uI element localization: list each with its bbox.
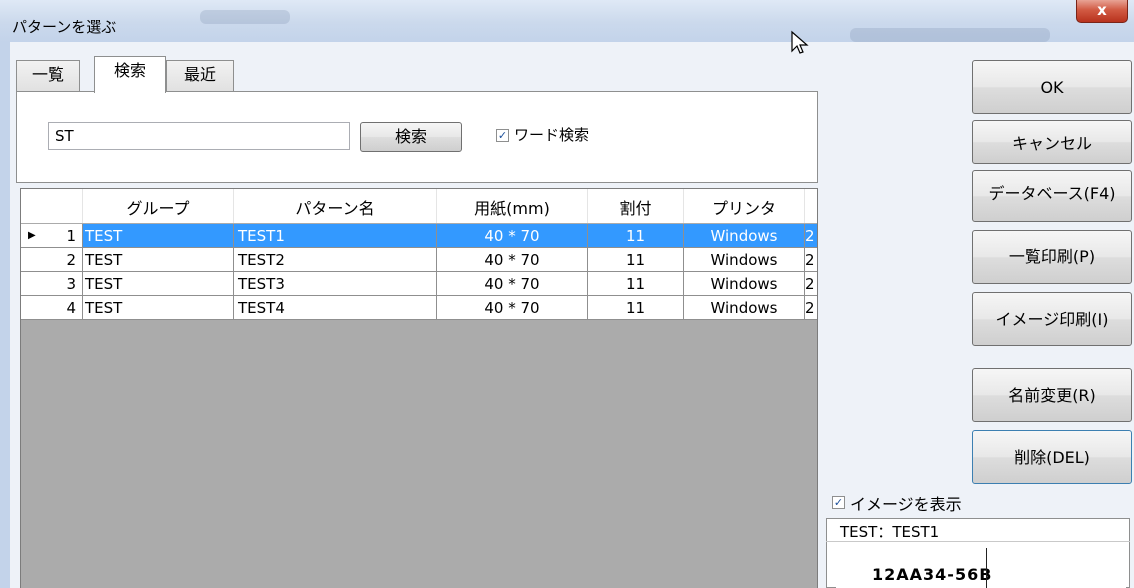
close-button[interactable]: x (1076, 0, 1128, 23)
cell-printer[interactable]: Windows (684, 248, 805, 272)
show-image-label: イメージを表示 (850, 495, 962, 514)
preview-title: TEST：TEST1 (840, 523, 940, 541)
cell-group[interactable]: TEST (83, 296, 234, 320)
column-header-group[interactable]: グループ (83, 189, 234, 223)
column-header-paper[interactable]: 用紙(mm) (437, 189, 588, 223)
cell-extra[interactable]: 2 (805, 224, 817, 248)
column-header-extra[interactable] (805, 189, 817, 223)
cell-group[interactable]: TEST (83, 224, 234, 248)
current-row-icon: ▶ (28, 230, 36, 241)
preview-divider (826, 541, 1130, 542)
rename-button[interactable]: 名前変更(R) (972, 368, 1132, 422)
show-image-checkbox[interactable]: ✓ (832, 496, 845, 509)
cell-paper[interactable]: 40 * 70 (437, 248, 588, 272)
grid-corner (21, 189, 83, 223)
word-search-checkbox[interactable]: ✓ (496, 129, 509, 142)
table-row[interactable]: ▶ 1 TEST TEST1 40 * 70 11 Windows 2 (21, 224, 817, 248)
word-search-label: ワード検索 (514, 126, 590, 144)
grid-header: グループ パターン名 用紙(mm) 割付 プリンタ (21, 189, 817, 223)
cell-pattern-name[interactable]: TEST4 (234, 296, 437, 320)
table-row[interactable]: 3 TEST TEST3 40 * 70 11 Windows 2 (21, 272, 817, 296)
tab-list[interactable]: 一覧 (16, 60, 80, 91)
row-header[interactable]: ▶ 1 (21, 224, 83, 248)
cell-paper[interactable]: 40 * 70 (437, 272, 588, 296)
preview-code: 12AA34-56B (872, 565, 993, 584)
row-header[interactable]: 4 (21, 296, 83, 320)
cell-layout[interactable]: 11 (588, 248, 684, 272)
window-title: パターンを選ぶ (12, 18, 117, 36)
cell-pattern-name[interactable]: TEST1 (234, 224, 437, 248)
cell-layout[interactable]: 11 (588, 272, 684, 296)
cell-printer[interactable]: Windows (684, 272, 805, 296)
title-bar: パターンを選ぶ x (0, 0, 1134, 54)
cell-group[interactable]: TEST (83, 272, 234, 296)
cell-printer[interactable]: Windows (684, 296, 805, 320)
tab-recent[interactable]: 最近 (166, 60, 234, 91)
cell-layout[interactable]: 11 (588, 224, 684, 248)
column-header-printer[interactable]: プリンタ (684, 189, 805, 223)
preview-guide-line (986, 548, 987, 588)
cancel-button[interactable]: キャンセル (972, 120, 1132, 164)
cell-layout[interactable]: 11 (588, 296, 684, 320)
image-print-button[interactable]: イメージ印刷(I) (972, 292, 1132, 346)
table-row[interactable]: 2 TEST TEST2 40 * 70 11 Windows 2 (21, 248, 817, 272)
list-print-button[interactable]: 一覧印刷(P) (972, 230, 1132, 284)
column-header-layout[interactable]: 割付 (588, 189, 684, 223)
mouse-cursor-icon (791, 30, 809, 54)
table-row[interactable]: 4 TEST TEST4 40 * 70 11 Windows 2 (21, 296, 817, 320)
cell-group[interactable]: TEST (83, 248, 234, 272)
cell-pattern-name[interactable]: TEST3 (234, 272, 437, 296)
pattern-grid: グループ パターン名 用紙(mm) 割付 プリンタ ▶ 1 TEST TEST1 … (20, 188, 818, 588)
database-button[interactable]: データベース(F4) (972, 170, 1132, 222)
cell-paper[interactable]: 40 * 70 (437, 296, 588, 320)
cell-paper[interactable]: 40 * 70 (437, 224, 588, 248)
column-header-pattern-name[interactable]: パターン名 (234, 189, 437, 223)
title-bar-blur (850, 28, 1050, 42)
row-header[interactable]: 3 (21, 272, 83, 296)
cell-printer[interactable]: Windows (684, 224, 805, 248)
delete-button[interactable]: 削除(DEL) (972, 430, 1132, 484)
cell-extra[interactable]: 2 (805, 272, 817, 296)
cell-pattern-name[interactable]: TEST2 (234, 248, 437, 272)
window-frame (0, 42, 10, 588)
tab-search[interactable]: 検索 (94, 56, 166, 93)
row-header[interactable]: 2 (21, 248, 83, 272)
search-input[interactable] (48, 122, 350, 150)
ok-button[interactable]: OK (972, 60, 1132, 114)
search-button[interactable]: 検索 (360, 122, 462, 152)
cell-extra[interactable]: 2 (805, 296, 817, 320)
cell-extra[interactable]: 2 (805, 248, 817, 272)
title-bar-blur (200, 10, 290, 24)
